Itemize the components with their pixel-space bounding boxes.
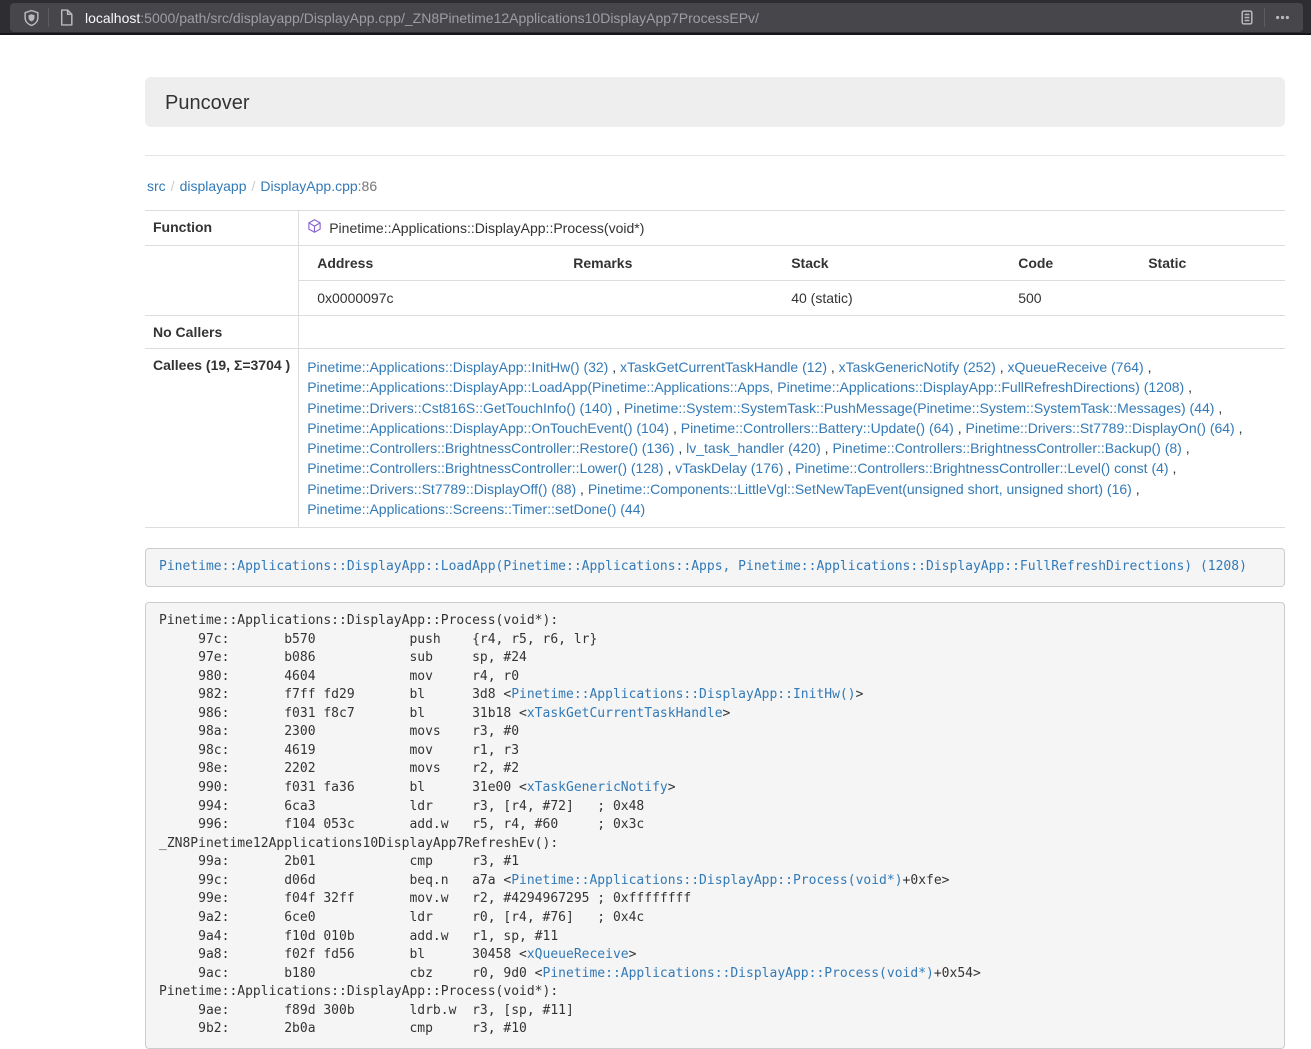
col-static: Static — [1140, 246, 1285, 281]
no-callers-label: No Callers — [145, 316, 299, 349]
callees-cell: Pinetime::Applications::DisplayApp::Init… — [299, 349, 1285, 528]
callees-label: Callees (19, Σ=3704 ) — [145, 349, 299, 528]
callees-row: Callees (19, Σ=3704 ) Pinetime::Applicat… — [145, 349, 1285, 528]
toolbar-divider — [48, 8, 49, 27]
source-snippet-box: Pinetime::Applications::DisplayApp::Load… — [145, 548, 1285, 587]
callee-link[interactable]: Pinetime::Applications::DisplayApp::Load… — [307, 379, 1184, 395]
url-text[interactable]: localhost:5000/path/src/displayapp/Displ… — [85, 10, 1234, 26]
url-host: localhost — [85, 10, 140, 26]
col-address: Address — [299, 246, 565, 281]
shield-icon[interactable] — [18, 9, 44, 27]
url-path: :5000/path/src/displayapp/DisplayApp.cpp… — [140, 10, 759, 26]
callee-link[interactable]: Pinetime::Controllers::BrightnessControl… — [795, 460, 1168, 476]
breadcrumb: src/displayapp/DisplayApp.cpp:86 — [147, 178, 1285, 194]
callee-link[interactable]: xTaskGetCurrentTaskHandle (12) — [620, 359, 827, 375]
url-bar[interactable]: localhost:5000/path/src/displayapp/Displ… — [10, 3, 1303, 32]
symbol-link[interactable]: Pinetime::Applications::DisplayApp::Proc… — [511, 873, 902, 888]
page-content: Puncover src/displayapp/DisplayApp.cpp:8… — [145, 77, 1285, 1049]
callee-link[interactable]: xQueueReceive (764) — [1008, 359, 1144, 375]
breadcrumb-displayapp[interactable]: displayapp — [180, 178, 247, 194]
callee-link[interactable]: Pinetime::Applications::DisplayApp::OnTo… — [307, 420, 669, 436]
function-name-wrap: Pinetime::Applications::DisplayApp::Proc… — [307, 219, 644, 237]
callee-link[interactable]: Pinetime::Drivers::Cst816S::GetTouchInfo… — [307, 400, 612, 416]
callee-link[interactable]: Pinetime::System::SystemTask::PushMessag… — [624, 400, 1215, 416]
symbol-link[interactable]: xQueueReceive — [527, 947, 629, 962]
symbol-link[interactable]: Pinetime::Applications::DisplayApp::Init… — [511, 687, 855, 702]
empty-row-label — [145, 246, 299, 316]
function-table: Function Pinetime::Applications::Display… — [145, 210, 1285, 528]
cube-icon — [307, 218, 322, 237]
stats-table: Address Remarks Stack Code Static 0x0000… — [299, 246, 1285, 315]
overflow-menu-icon[interactable] — [1269, 9, 1295, 26]
symbol-link[interactable]: xTaskGetCurrentTaskHandle — [527, 706, 723, 721]
value-remarks — [565, 281, 783, 316]
function-row: Function Pinetime::Applications::Display… — [145, 211, 1285, 246]
toolbar-divider — [1264, 8, 1265, 27]
value-code: 500 — [1010, 281, 1140, 316]
stats-value-row: 0x0000097c 40 (static) 500 — [299, 281, 1285, 316]
stats-header-row: Address Remarks Stack Code Static — [299, 246, 1285, 281]
value-static — [1140, 281, 1285, 316]
callee-link[interactable]: Pinetime::Drivers::St7789::DisplayOff() … — [307, 481, 576, 497]
app-header: Puncover — [145, 77, 1285, 127]
function-name: Pinetime::Applications::DisplayApp::Proc… — [329, 220, 644, 236]
callee-link[interactable]: Pinetime::Drivers::St7789::DisplayOn() (… — [966, 420, 1235, 436]
col-remarks: Remarks — [565, 246, 783, 281]
callee-link[interactable]: Pinetime::Controllers::BrightnessControl… — [307, 460, 663, 476]
value-stack: 40 (static) — [783, 281, 1010, 316]
no-callers-row: No Callers — [145, 316, 1285, 349]
value-address: 0x0000097c — [299, 281, 565, 316]
callee-link[interactable]: lv_task_handler (420) — [686, 440, 821, 456]
browser-toolbar: localhost:5000/path/src/displayapp/Displ… — [0, 0, 1311, 35]
callee-link[interactable]: Pinetime::Controllers::Battery::Update()… — [681, 420, 954, 436]
loadapp-symbol-link[interactable]: Pinetime::Applications::DisplayApp::Load… — [159, 559, 1247, 574]
callee-link[interactable]: vTaskDelay (176) — [675, 460, 783, 476]
reader-mode-icon[interactable] — [1234, 9, 1260, 26]
callee-link[interactable]: Pinetime::Components::LittleVgl::SetNewT… — [588, 481, 1132, 497]
breadcrumb-separator: / — [166, 178, 180, 194]
divider — [145, 155, 1285, 156]
col-code: Code — [1010, 246, 1140, 281]
page-title: Puncover — [165, 92, 1265, 115]
callee-link[interactable]: Pinetime::Applications::Screens::Timer::… — [307, 501, 645, 517]
callee-link[interactable]: Pinetime::Controllers::BrightnessControl… — [307, 440, 674, 456]
function-stats-row: Address Remarks Stack Code Static 0x0000… — [145, 246, 1285, 316]
symbol-link[interactable]: xTaskGenericNotify — [527, 780, 668, 795]
callee-link[interactable]: Pinetime::Applications::DisplayApp::Init… — [307, 359, 608, 375]
disassembly-code: Pinetime::Applications::DisplayApp::Proc… — [145, 602, 1285, 1049]
callee-link[interactable]: Pinetime::Controllers::BrightnessControl… — [832, 440, 1181, 456]
col-stack: Stack — [783, 246, 1010, 281]
page-icon[interactable] — [53, 9, 79, 26]
breadcrumb-line-number: :86 — [358, 178, 377, 194]
symbol-link[interactable]: Pinetime::Applications::DisplayApp::Proc… — [543, 966, 934, 981]
callee-link[interactable]: xTaskGenericNotify (252) — [839, 359, 996, 375]
breadcrumb-file[interactable]: DisplayApp.cpp — [260, 178, 357, 194]
breadcrumb-src[interactable]: src — [147, 178, 166, 194]
function-row-label: Function — [145, 211, 299, 246]
breadcrumb-separator: / — [247, 178, 261, 194]
